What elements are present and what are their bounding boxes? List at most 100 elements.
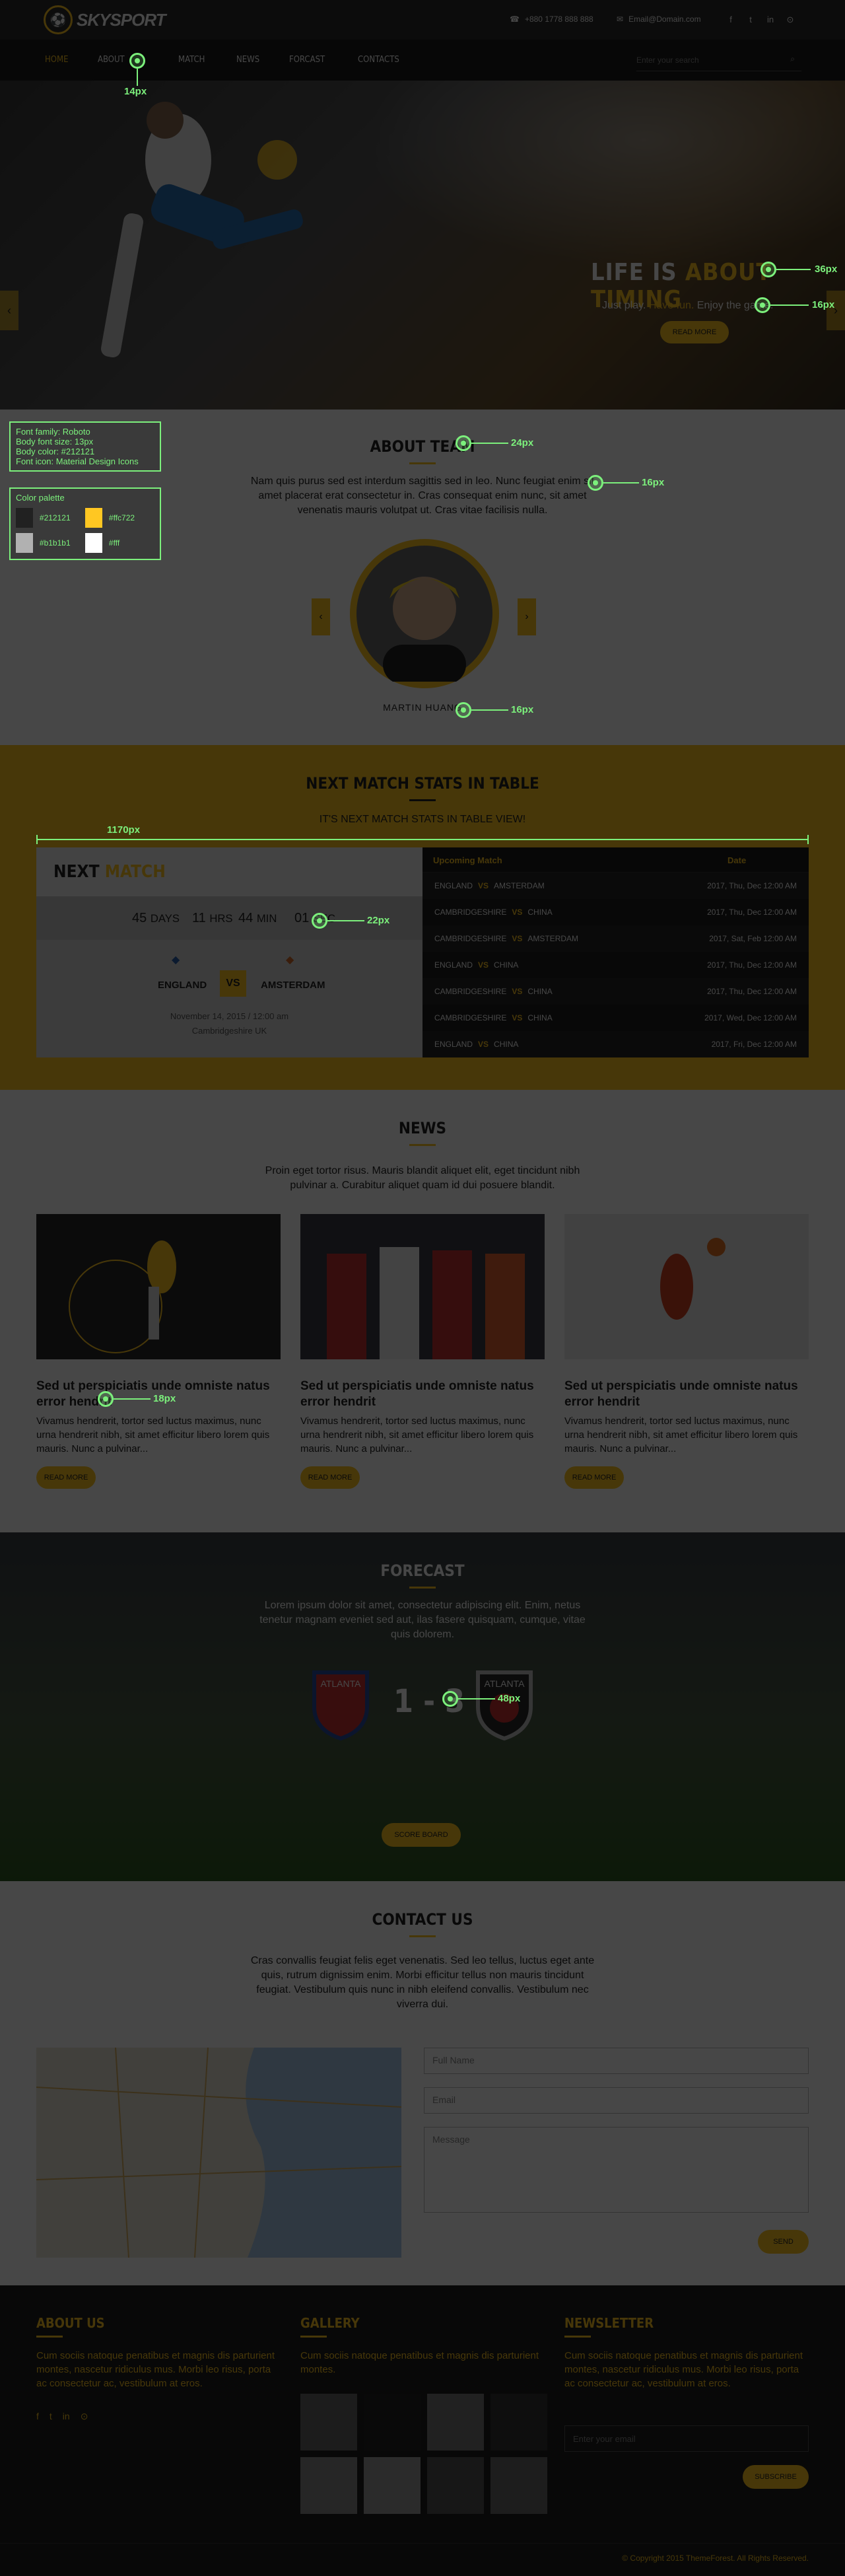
row-date: 2017, Fri, Dec 12:00 AM	[711, 1040, 797, 1049]
nav-match[interactable]: Match	[178, 55, 205, 65]
twitter-icon[interactable]: t	[50, 2411, 52, 2422]
team-a-badge-icon: ◆	[172, 954, 180, 966]
table-row[interactable]: CAMBRIDGESHIRE VS CHINA 2017, Wed, Dec 12:0…	[422, 1005, 809, 1031]
table-row[interactable]: CAMBRIDGESHIRE VS CHINA 2017, Thu, Dec 12:0…	[422, 978, 809, 1005]
table-row[interactable]: ENGLAND VS CHINA 2017, Thu, Dec 12:00 AM	[422, 952, 809, 978]
instagram-icon[interactable]: ⊙	[786, 15, 795, 25]
team-next-arrow[interactable]: ›	[518, 598, 536, 635]
slider-next-arrow[interactable]: ›	[827, 291, 845, 330]
facebook-icon[interactable]: f	[36, 2411, 39, 2422]
stadium-lights	[343, 81, 845, 279]
news-card-title[interactable]: Sed ut perspiciatis unde omniste natus e…	[564, 1378, 809, 1410]
hero-read-more-button[interactable]: Read more	[660, 321, 729, 343]
row-team-b: AMSTERDAM	[494, 881, 545, 890]
next-match-title: Next Match Stats in Table	[306, 774, 539, 793]
countdown-hours: 11 HRS	[192, 911, 233, 926]
measure-tick	[36, 835, 38, 844]
measure-marker	[442, 1691, 458, 1707]
team-prev-arrow[interactable]: ‹	[312, 598, 330, 635]
countdown-days-unit: DAYS	[150, 912, 180, 925]
swatch-label: #ffc722	[108, 513, 135, 522]
news-read-more-button[interactable]: Read more	[36, 1466, 96, 1489]
message-placeholder: Message	[432, 2134, 470, 2145]
row-date: 2017, Wed, Dec 12:00 AM	[704, 1013, 797, 1022]
search-icon[interactable]: ⌕	[790, 54, 795, 64]
measure-label: 22px	[367, 915, 390, 926]
facebook-icon[interactable]: f	[726, 15, 735, 25]
twitter-icon[interactable]: t	[746, 15, 755, 25]
measure-label: 1170px	[107, 824, 141, 836]
table-row[interactable]: CAMBRIDGESHIRE VS CHINA 2017, Thu, Dec 12:0…	[422, 899, 809, 925]
swatch-label: #b1b1b1	[39, 538, 71, 548]
news-image[interactable]	[300, 1214, 545, 1359]
measure-line	[327, 920, 364, 921]
phone-contact[interactable]: ☎ +880 1778 888 888	[510, 15, 593, 24]
measure-label: 18px	[153, 1393, 176, 1404]
news-image[interactable]	[564, 1214, 809, 1359]
news-title-bar	[409, 1144, 436, 1146]
swatch-fff	[85, 533, 102, 553]
gallery-thumb[interactable]	[300, 2394, 357, 2451]
news-read-more-button[interactable]: Read more	[300, 1466, 360, 1489]
font-spec-line: Font icon: Material Design Icons	[16, 456, 139, 466]
forecast-title-bar	[409, 1587, 436, 1589]
gallery-thumb[interactable]	[490, 2457, 547, 2514]
row-date: 2017, Thu, Dec 12:00 AM	[707, 908, 797, 917]
news-image[interactable]	[36, 1214, 281, 1359]
gallery-thumb[interactable]	[364, 2457, 421, 2514]
email-field[interactable]: Email	[424, 2087, 809, 2114]
linkedin-icon[interactable]: in	[63, 2411, 70, 2422]
instagram-icon[interactable]: ⊙	[81, 2411, 88, 2422]
footer-gallery-bar	[300, 2336, 327, 2338]
full-name-field[interactable]: Full Name	[424, 2048, 809, 2074]
next-match-panel: NEXT MATCH 45 DAYS 11 HRS 44 MIN 01 SEC …	[36, 847, 422, 1057]
email-contact[interactable]: ✉ Email@Domain.com	[617, 15, 701, 24]
score-board-button[interactable]: Score board	[382, 1823, 461, 1847]
footer-gallery-title: Gallery	[300, 2315, 360, 2331]
news-card: Sed ut perspiciatis unde omniste natus e…	[564, 1214, 809, 1489]
table-row[interactable]: CAMBRIDGESHIRE VS AMSTERDAM 2017, Sat, Feb …	[422, 925, 809, 952]
send-button[interactable]: Send	[758, 2230, 809, 2254]
logo[interactable]: ⚽ SKYSPORT	[44, 5, 166, 34]
row-date: 2017, Thu, Dec 12:00 AM	[707, 960, 797, 970]
slider-prev-arrow[interactable]: ‹	[0, 291, 18, 330]
main-nav: Home About Match News Forcast Contacts E…	[0, 40, 845, 81]
news-read-more-button[interactable]: Read more	[564, 1466, 624, 1489]
linkedin-icon[interactable]: in	[766, 15, 775, 25]
countdown-seconds-value: 01	[294, 911, 310, 925]
nav-forecast[interactable]: Forcast	[289, 55, 325, 65]
nav-about[interactable]: About	[98, 55, 125, 65]
team-a-name: ENGLAND	[158, 980, 207, 991]
measure-line	[114, 1398, 151, 1400]
gallery-thumb[interactable]	[427, 2457, 484, 2514]
footer-gallery-text: Cum sociis natoque penatibus et magnis d…	[300, 2350, 539, 2375]
table-row[interactable]: ENGLAND VS AMSTERDAM 2017, Thu, Dec 12:00 A…	[422, 873, 809, 899]
row-team-b: CHINA	[527, 908, 553, 917]
nav-contacts[interactable]: Contacts	[358, 55, 399, 65]
row-team-a: ENGLAND	[434, 881, 473, 890]
measure-label: 14px	[124, 86, 147, 97]
nav-home[interactable]: Home	[45, 55, 68, 65]
gallery-thumb[interactable]	[490, 2394, 547, 2451]
gallery-thumb[interactable]	[300, 2457, 357, 2514]
swatch-ffc722	[85, 508, 102, 528]
subscribe-button[interactable]: Subscribe	[743, 2465, 809, 2489]
newsletter-email-input[interactable]: Enter your email	[564, 2425, 809, 2452]
contact-map[interactable]	[36, 2048, 401, 2258]
gallery-thumb[interactable]	[427, 2394, 484, 2451]
gallery-thumb[interactable]	[364, 2394, 421, 2451]
countdown-minutes-value: 44	[238, 911, 254, 925]
news-card: Sed ut perspiciatis unde omniste natus e…	[300, 1214, 545, 1489]
team-b-badge-icon: ◆	[286, 954, 294, 966]
footer-social: f t in ⊙	[36, 2411, 88, 2422]
nav-news[interactable]: News	[236, 55, 259, 65]
measure-marker	[755, 297, 770, 313]
message-field[interactable]: Message	[424, 2127, 809, 2213]
news-card-title[interactable]: Sed ut perspiciatis unde omniste natus e…	[300, 1378, 545, 1410]
table-row[interactable]: ENGLAND VS CHINA 2017, Fri, Dec 12:00 AM	[422, 1031, 809, 1057]
row-team-a: CAMBRIDGESHIRE	[434, 934, 507, 943]
search-input[interactable]: Enter your search ⌕	[636, 49, 801, 71]
swatch-212121	[16, 508, 33, 528]
phone-number: +880 1778 888 888	[524, 15, 593, 24]
footer-newsletter-text: Cum sociis natoque penatibus et magnis d…	[564, 2350, 803, 2389]
